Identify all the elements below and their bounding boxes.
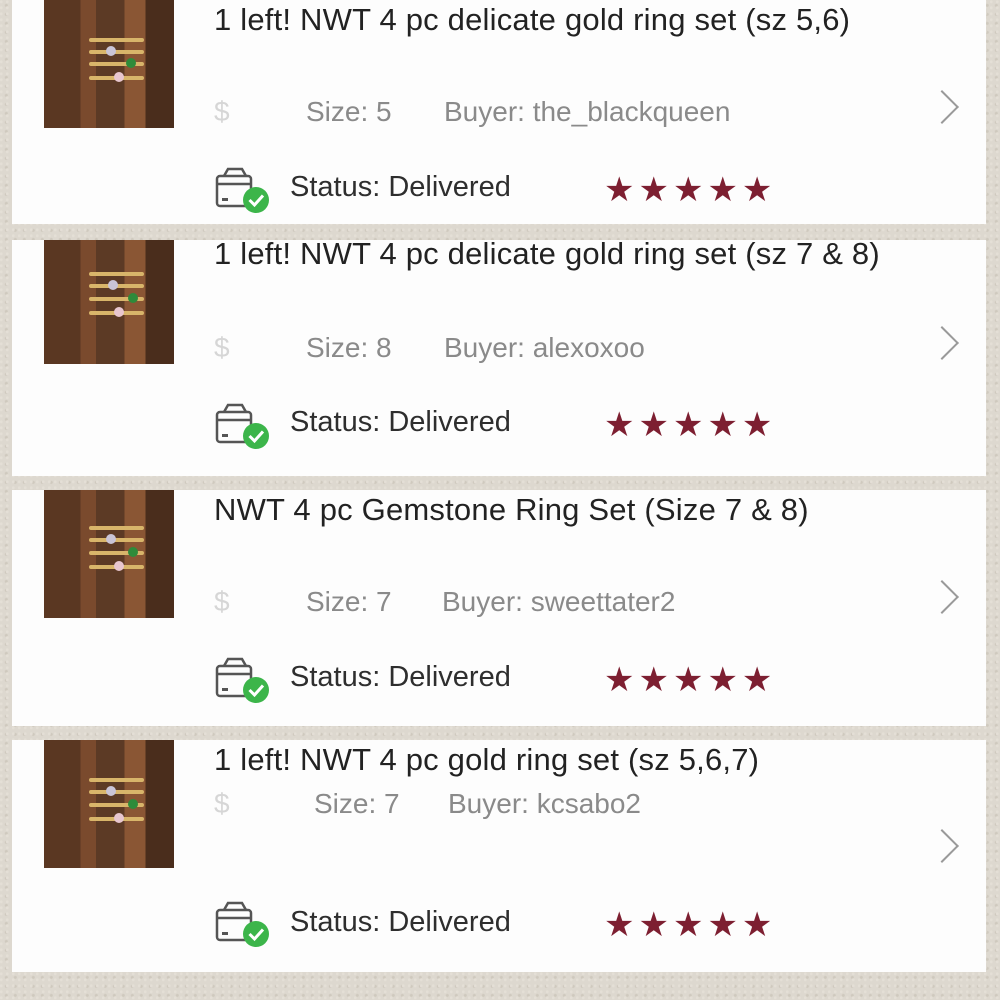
item-price: $ [214,586,230,617]
item-title[interactable]: 1 left! NWT 4 pc delicate gold ring set … [214,0,926,42]
item-title[interactable]: 1 left! NWT 4 pc gold ring set (sz 5,6,7… [214,738,926,782]
delivered-box-check-icon [215,403,269,449]
rating-stars: ★★★★★ [604,406,777,444]
order-status: Status: Delivered [290,906,511,938]
item-price: $ [214,332,230,363]
size-label: Size: 5 [306,96,392,127]
item-price: $ [214,96,230,127]
buyer-label: Buyer: kcsabo2 [448,788,641,819]
ring-set-thumbnail[interactable] [44,740,174,868]
delivered-box-check-icon [215,657,269,703]
chevron-right-icon[interactable] [925,326,959,360]
chevron-right-icon[interactable] [925,580,959,614]
rating-stars: ★★★★★ [604,906,777,944]
delivered-box-check-icon [215,167,269,213]
ring-set-thumbnail[interactable] [44,0,174,128]
order-card[interactable]: NWT 4 pc Gemstone Ring Set (Size 7 & 8) … [12,490,986,726]
chevron-right-icon[interactable] [925,90,959,124]
buyer-label: Buyer: alexoxoo [444,332,645,363]
item-title[interactable]: 1 left! NWT 4 pc delicate gold ring set … [214,232,926,276]
order-card[interactable]: 1 left! NWT 4 pc delicate gold ring set … [12,236,986,476]
order-list-screen: 1 left! NWT 4 pc delicate gold ring set … [0,0,1000,1000]
size-label: Size: 7 [306,586,392,617]
order-card[interactable]: 1 left! NWT 4 pc delicate gold ring set … [12,0,986,224]
size-label: Size: 7 [314,788,400,819]
ring-set-thumbnail[interactable] [44,490,174,618]
chevron-right-icon[interactable] [925,829,959,863]
order-status: Status: Delivered [290,406,511,438]
item-price: $ [214,788,230,819]
rating-stars: ★★★★★ [604,661,777,699]
item-title[interactable]: NWT 4 pc Gemstone Ring Set (Size 7 & 8) [214,488,926,532]
buyer-label: Buyer: sweettater2 [442,586,676,617]
rating-stars: ★★★★★ [604,171,777,209]
size-label: Size: 8 [306,332,392,363]
order-status: Status: Delivered [290,171,511,203]
buyer-label: Buyer: the_blackqueen [444,96,731,127]
ring-set-thumbnail[interactable] [44,240,174,364]
delivered-box-check-icon [215,901,269,947]
order-status: Status: Delivered [290,661,511,693]
order-card[interactable]: 1 left! NWT 4 pc gold ring set (sz 5,6,7… [12,740,986,972]
